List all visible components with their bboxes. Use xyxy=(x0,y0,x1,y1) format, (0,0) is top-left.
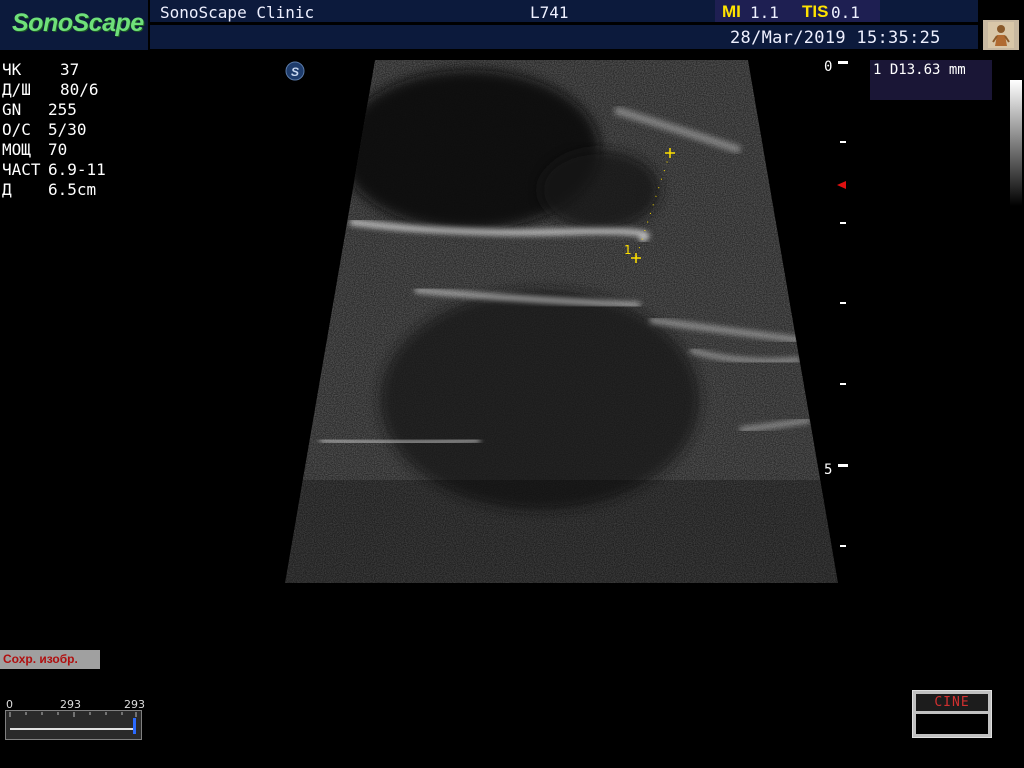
depth-tick xyxy=(840,222,846,224)
cine-status-box xyxy=(916,714,988,734)
depth-scale xyxy=(837,61,848,547)
caliper-label: 1 xyxy=(624,243,632,257)
focus-marker-icon[interactable] xyxy=(837,181,846,189)
depth-tick xyxy=(840,545,846,547)
svg-text:S: S xyxy=(291,65,299,79)
sector-content xyxy=(285,60,838,583)
s-logo-icon: S xyxy=(285,61,305,81)
depth-tick xyxy=(840,302,846,304)
cine-slider-track[interactable] xyxy=(8,710,140,736)
measurement-readout: 1 D13.63 mm xyxy=(873,62,966,78)
depth-tick-major xyxy=(838,61,848,64)
depth-label-5: 5 xyxy=(824,462,833,478)
depth-tick xyxy=(840,383,846,385)
grayscale-bar xyxy=(1010,80,1022,206)
depth-label-0: 0 xyxy=(824,59,833,75)
depth-tick-major xyxy=(838,464,848,467)
ultrasound-image[interactable]: 1 S xyxy=(0,0,1024,768)
cine-label: CINE xyxy=(934,695,970,710)
cine-slider-handle[interactable] xyxy=(133,718,136,734)
save-image-button[interactable]: Сохр. изобр. xyxy=(0,650,100,669)
depth-tick xyxy=(840,141,846,143)
